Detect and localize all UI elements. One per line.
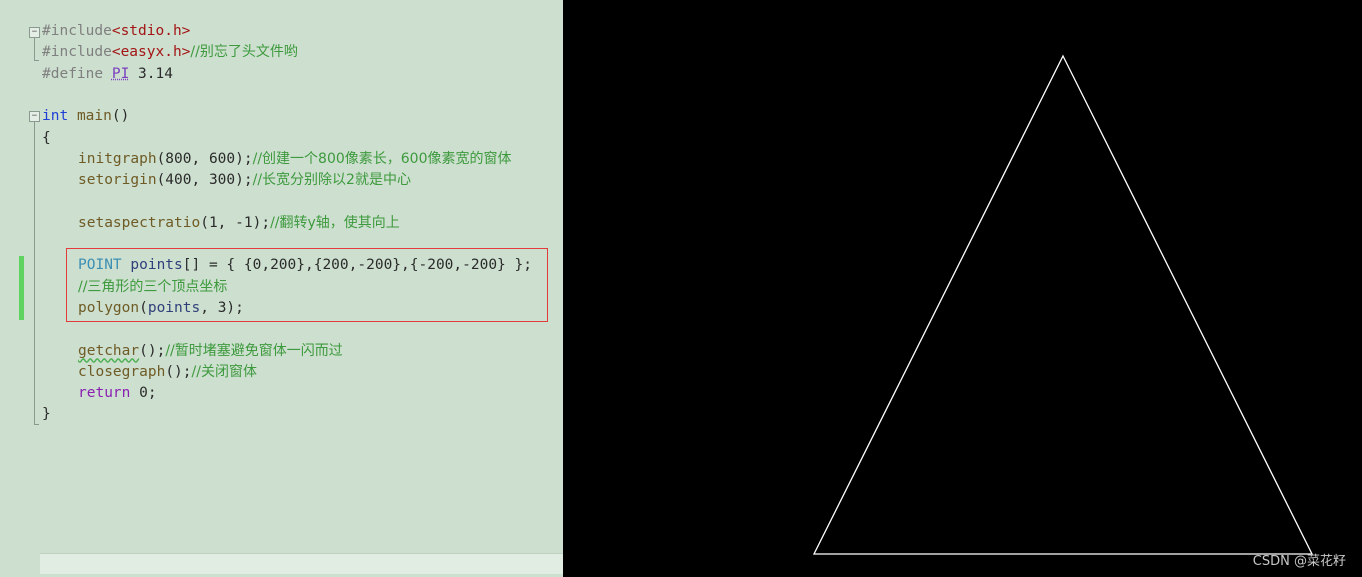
code-line[interactable]: #include<stdio.h> <box>42 21 190 42</box>
code-line[interactable]: #define PI 3.14 <box>42 64 173 85</box>
code-token: int <box>42 108 69 125</box>
change-indicator <box>19 256 24 320</box>
collapse-icon[interactable]: − <box>29 27 40 38</box>
fold-guide <box>34 38 35 60</box>
code-token: () <box>111 108 130 125</box>
code-token: polygon <box>78 299 140 316</box>
code-token: closegraph <box>78 363 166 380</box>
code-line[interactable]: } <box>42 404 51 425</box>
code-line[interactable]: closegraph();//关闭窗体 <box>78 362 257 383</box>
code-token: points <box>147 299 201 316</box>
fold-guide <box>34 122 35 424</box>
code-token: main <box>76 108 112 125</box>
code-token: points <box>130 257 183 274</box>
code-editor[interactable]: − − #include<stdio.h> #include<easyx.h>//… <box>0 0 563 577</box>
code-token: #include <box>42 44 112 61</box>
code-token: //别忘了头文件哟 <box>190 44 298 61</box>
code-token: { <box>42 129 51 146</box>
code-line[interactable]: POINT points[] = { {0,200},{200,-200},{-… <box>78 255 532 276</box>
triangle <box>812 54 1314 555</box>
code-token: //长宽分别除以2就是中心 <box>252 172 411 189</box>
graphics-window: CSDN @菜花籽 <box>563 0 1362 577</box>
code-token: setorigin <box>78 172 157 189</box>
code-line[interactable]: int main() <box>42 106 129 127</box>
code-token: 3.14 <box>129 65 173 82</box>
code-token: 0; <box>130 385 157 402</box>
code-token: //翻转y轴，使其向上 <box>270 214 400 231</box>
code-token: //暂时堵塞避免窗体一闪而过 <box>165 342 343 359</box>
code-token: POINT <box>78 257 122 274</box>
triangle-canvas <box>812 54 1314 555</box>
code-line[interactable]: getchar();//暂时堵塞避免窗体一闪而过 <box>78 341 343 362</box>
code-token: #include <box>42 23 112 39</box>
code-token: (); <box>165 363 192 380</box>
code-token: } <box>42 406 51 423</box>
code-token: PI <box>111 65 130 82</box>
code-token: //三角形的三个顶点坐标 <box>78 278 228 295</box>
code-token: <easyx.h> <box>111 44 191 61</box>
code-line[interactable]: #include<easyx.h>//别忘了头文件哟 <box>42 42 298 63</box>
code-line[interactable]: { <box>42 128 51 149</box>
watermark: CSDN @菜花籽 <box>1252 554 1346 569</box>
collapse-icon[interactable]: − <box>29 111 40 122</box>
code-line[interactable]: setorigin(400, 300);//长宽分别除以2就是中心 <box>78 170 411 191</box>
code-token: setaspectratio <box>78 214 201 231</box>
code-line[interactable]: setaspectratio(1, -1);//翻转y轴，使其向上 <box>78 213 400 234</box>
code-token: <stdio.h> <box>111 23 191 39</box>
code-token: //关闭窗体 <box>191 363 257 380</box>
code-token: initgraph <box>78 150 157 167</box>
code-token: [] = { {0,200},{200,-200},{-200,-200} }; <box>182 257 532 274</box>
fold-guide-end <box>34 60 39 61</box>
code-token: ( <box>139 299 148 316</box>
code-token: #define <box>42 65 112 82</box>
code-token: return <box>78 385 131 402</box>
code-token: (1, -1); <box>200 214 271 231</box>
horizontal-scrollbar[interactable] <box>40 553 563 574</box>
code-token: , 3); <box>200 299 244 316</box>
code-token: (); <box>139 342 166 359</box>
code-line[interactable]: initgraph(800, 600);//创建一个800像素长，600像素宽的… <box>78 149 512 170</box>
code-line[interactable]: polygon(points, 3); <box>78 298 244 319</box>
fold-guide-end <box>34 424 39 425</box>
code-token: (800, 600); <box>156 150 253 167</box>
code-token: //创建一个800像素长，600像素宽的窗体 <box>252 150 512 167</box>
code-token: (400, 300); <box>156 172 253 189</box>
code-token: getchar <box>78 342 140 359</box>
code-line[interactable]: //三角形的三个顶点坐标 <box>78 277 227 298</box>
code-line[interactable]: return 0; <box>78 383 157 404</box>
